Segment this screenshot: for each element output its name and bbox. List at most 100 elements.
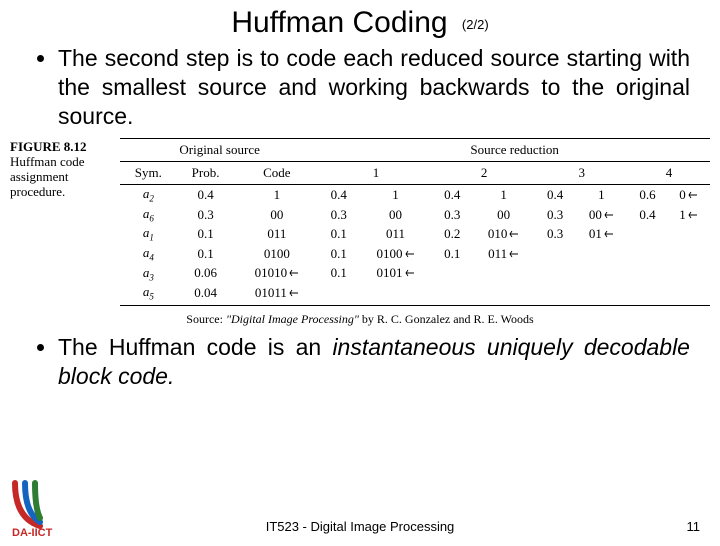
table-cell: 1: [358, 185, 432, 205]
table-cell: 1: [667, 205, 710, 225]
table-cell: [667, 244, 710, 264]
table-cell: [575, 283, 628, 305]
table-cell: 0.1: [319, 224, 358, 244]
table-cell: 00: [358, 205, 432, 225]
bullet-2-pre: The Huffman code is an: [58, 334, 332, 360]
table-cell: [628, 224, 667, 244]
table-cell: [667, 224, 710, 244]
table-cell: 0.4: [536, 185, 575, 205]
table-cell: 00: [575, 205, 628, 225]
hdr-code: Code: [234, 162, 319, 185]
table-cell: a5: [120, 283, 177, 305]
table-cell: 0.4: [628, 205, 667, 225]
hdr-r2: 2: [433, 162, 536, 185]
table-cell: [536, 283, 575, 305]
table-row: a20.410.410.410.410.60: [120, 185, 710, 205]
table-cell: 0100: [358, 244, 432, 264]
table-cell: [536, 264, 575, 284]
table-cell: 01011: [234, 283, 319, 305]
table-cell: 0.3: [433, 205, 472, 225]
table-cell: [575, 264, 628, 284]
source-prefix: Source:: [186, 312, 226, 326]
table-cell: a6: [120, 205, 177, 225]
table-cell: 01010: [234, 264, 319, 284]
table-cell: 0.1: [177, 244, 235, 264]
page-number: 11: [687, 519, 701, 534]
table-cell: 011: [358, 224, 432, 244]
table-cell: 01: [575, 224, 628, 244]
table-cell: 0.4: [177, 185, 235, 205]
table-cell: 0.3: [177, 205, 235, 225]
table-cell: 0.1: [433, 244, 472, 264]
table-cell: [628, 264, 667, 284]
table-cell: 010: [472, 224, 536, 244]
table-cell: [628, 283, 667, 305]
table-cell: 1: [472, 185, 536, 205]
figure-caption-text: Huffman code assignment procedure.: [10, 154, 84, 199]
hdr-sym: Sym.: [120, 162, 177, 185]
table-cell: 0.1: [177, 224, 235, 244]
table-row: a40.101000.101000.1011: [120, 244, 710, 264]
table-cell: a2: [120, 185, 177, 205]
slide: Huffman Coding (2/2) The second step is …: [0, 6, 720, 546]
table-cell: [472, 283, 536, 305]
bullet-2: The Huffman code is an instantaneous uni…: [58, 333, 690, 391]
table-cell: [667, 283, 710, 305]
source-title: "Digital Image Processing": [226, 312, 359, 326]
table-cell: 0.3: [319, 205, 358, 225]
table-cell: [575, 244, 628, 264]
table-cell: 0100: [234, 244, 319, 264]
table-cell: [433, 264, 472, 284]
table-cell: 0.1: [319, 264, 358, 284]
table-cell: 0.4: [319, 185, 358, 205]
title-suffix: (2/2): [462, 17, 489, 32]
table-cell: 00: [472, 205, 536, 225]
table-cell: 0.4: [433, 185, 472, 205]
table-cell: [628, 244, 667, 264]
table-cell: [667, 264, 710, 284]
table-cell: 0: [667, 185, 710, 205]
table-cell: 0.6: [628, 185, 667, 205]
figure-block: FIGURE 8.12 Huffman code assignment proc…: [10, 138, 710, 306]
group-reduction: Source reduction: [319, 139, 710, 162]
title-text: Huffman Coding: [231, 6, 447, 39]
huffman-table-wrap: Original source Source reduction Sym. Pr…: [120, 138, 710, 306]
bullet-1: The second step is to code each reduced …: [58, 44, 690, 130]
table-cell: 0.3: [536, 224, 575, 244]
table-cell: [319, 283, 358, 305]
table-row: a30.06010100.10101: [120, 264, 710, 284]
source-suffix: by R. C. Gonzalez and R. E. Woods: [359, 312, 534, 326]
footer-text: IT523 - Digital Image Processing: [0, 519, 720, 534]
table-cell: a1: [120, 224, 177, 244]
table-cell: 0.04: [177, 283, 235, 305]
bullet-list-2: The Huffman code is an instantaneous uni…: [0, 333, 720, 391]
figure-caption: FIGURE 8.12 Huffman code assignment proc…: [10, 138, 120, 200]
table-row: a10.10110.10110.20100.301: [120, 224, 710, 244]
table-cell: 1: [234, 185, 319, 205]
slide-title: Huffman Coding (2/2): [0, 6, 720, 40]
table-cell: 0.2: [433, 224, 472, 244]
table-cell: a4: [120, 244, 177, 264]
table-cell: 0.06: [177, 264, 235, 284]
table-cell: 011: [234, 224, 319, 244]
table-row: a60.3000.3000.3000.3000.41: [120, 205, 710, 225]
table-cell: 00: [234, 205, 319, 225]
source-credit: Source: "Digital Image Processing" by R.…: [0, 312, 720, 327]
hdr-r4: 4: [628, 162, 710, 185]
huffman-table: Original source Source reduction Sym. Pr…: [120, 138, 710, 306]
hdr-r3: 3: [536, 162, 628, 185]
table-cell: [358, 283, 432, 305]
table-row: a50.0401011: [120, 283, 710, 305]
table-cell: 0.1: [319, 244, 358, 264]
bullet-list-1: The second step is to code each reduced …: [0, 44, 720, 130]
group-original: Original source: [120, 139, 319, 162]
table-cell: 1: [575, 185, 628, 205]
hdr-r1: 1: [319, 162, 432, 185]
table-cell: [472, 264, 536, 284]
figure-label: FIGURE 8.12: [10, 140, 120, 155]
table-cell: [536, 244, 575, 264]
table-cell: 0.3: [536, 205, 575, 225]
table-cell: a3: [120, 264, 177, 284]
table-cell: 0101: [358, 264, 432, 284]
hdr-prob: Prob.: [177, 162, 235, 185]
